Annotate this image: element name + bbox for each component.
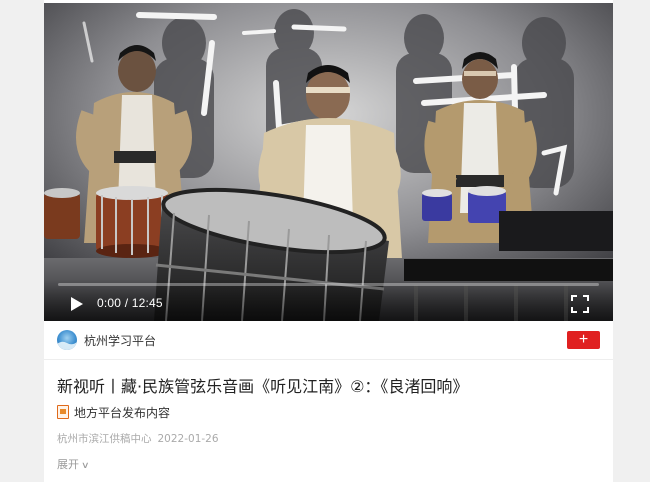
- expand-button[interactable]: 展开 ∨: [57, 456, 90, 472]
- video-controls: 0:00 / 12:45: [44, 279, 613, 321]
- video-player[interactable]: 0:00 / 12:45: [44, 3, 613, 321]
- video-frame: [44, 3, 613, 321]
- follow-button[interactable]: +: [567, 331, 600, 349]
- author-row: 杭州学习平台 +: [44, 321, 613, 360]
- source-label: 地方平台发布内容: [74, 406, 171, 420]
- time-display: 0:00 / 12:45: [97, 296, 163, 310]
- time-separator: /: [121, 296, 132, 310]
- time-total: 12:45: [131, 296, 163, 310]
- time-current: 0:00: [97, 296, 122, 310]
- publisher-name: 杭州市滨江供稿中心: [57, 433, 152, 445]
- avatar[interactable]: [57, 330, 77, 350]
- article-title: 新视听丨藏·民族管弦乐音画《听见江南》②：《良渚回响》: [57, 377, 469, 396]
- chevron-down-icon: ∨: [81, 461, 90, 471]
- expand-label: 展开: [57, 458, 79, 471]
- author-name[interactable]: 杭州学习平台: [84, 332, 156, 349]
- platform-badge-icon: [57, 405, 69, 419]
- progress-bar[interactable]: [58, 283, 599, 286]
- article-meta: 杭州市滨江供稿中心 2022-01-26: [57, 431, 219, 446]
- play-icon[interactable]: [70, 296, 84, 312]
- fullscreen-icon[interactable]: [571, 295, 589, 313]
- publish-date: 2022-01-26: [157, 433, 219, 445]
- video-article-card: 0:00 / 12:45 杭州学习平台 + 新视听丨藏·民族管弦乐音画《听见江南…: [44, 0, 613, 482]
